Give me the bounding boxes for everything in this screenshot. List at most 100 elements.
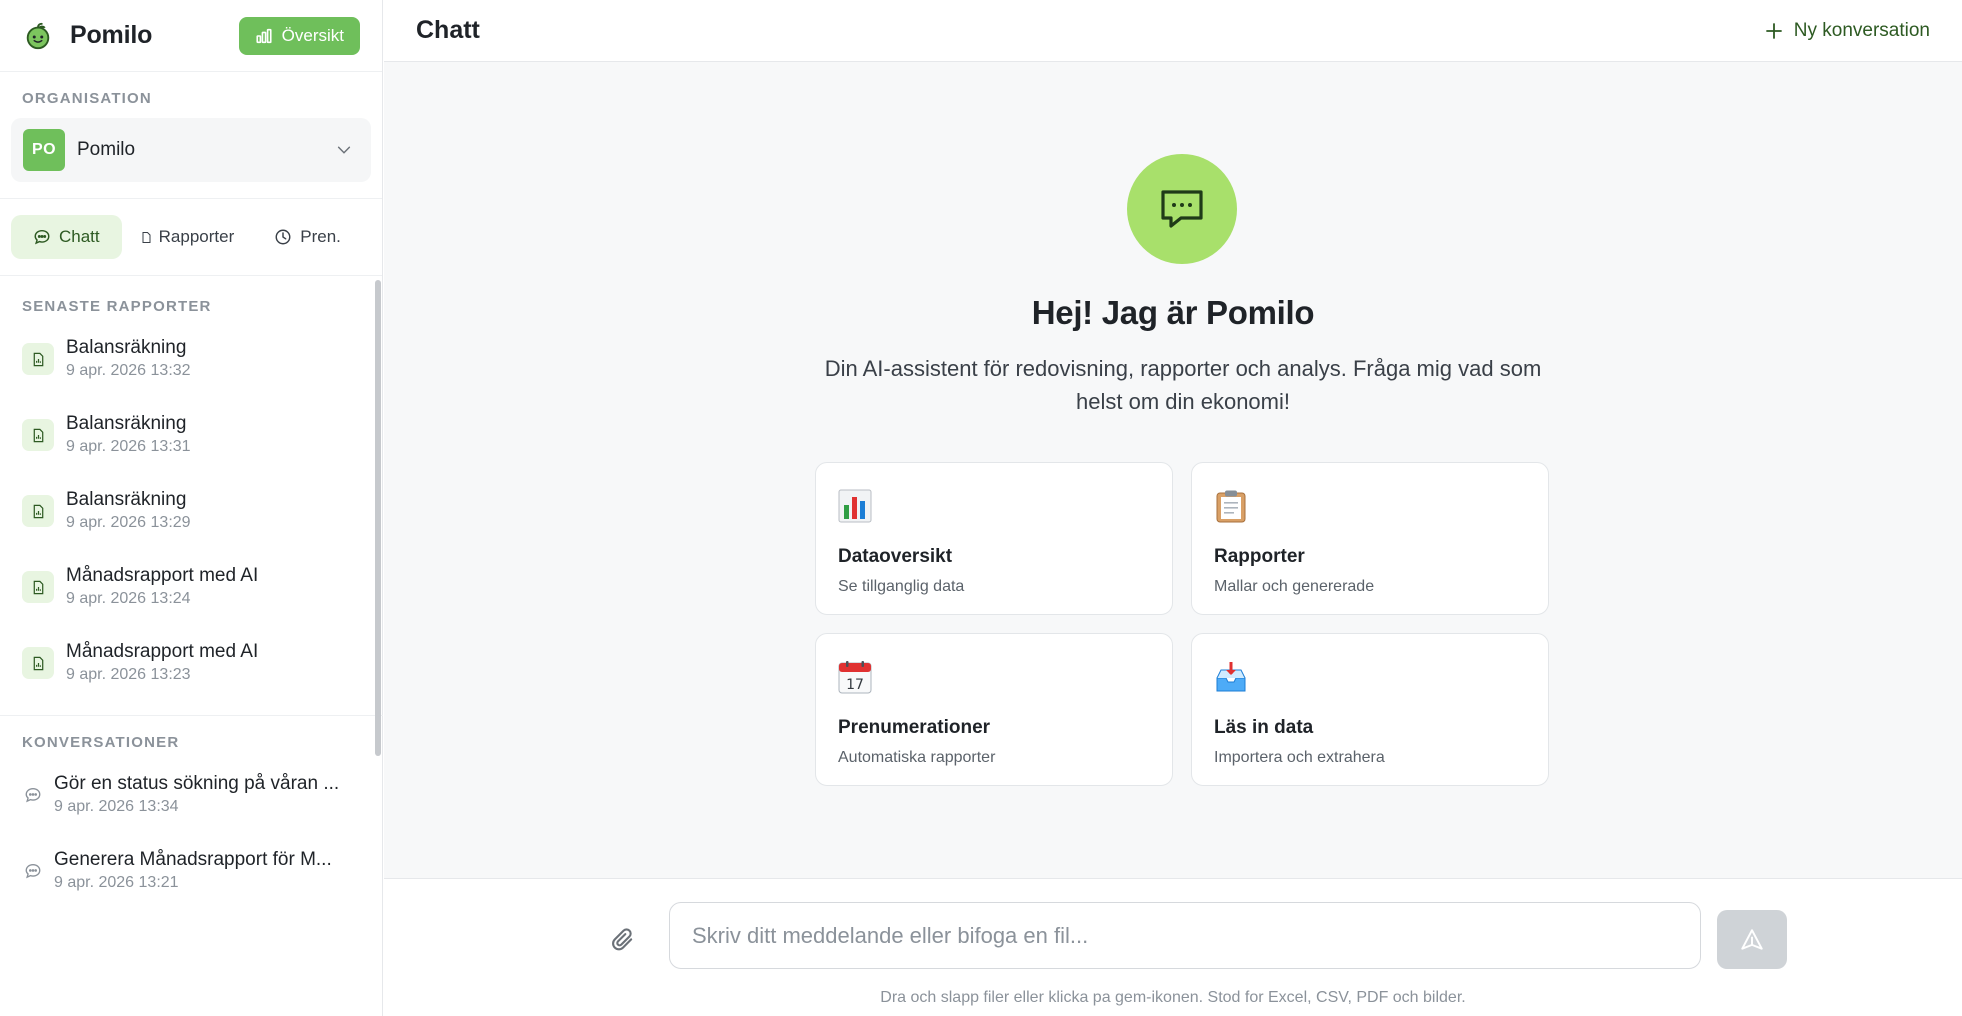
organisation-badge: PO xyxy=(23,129,65,171)
report-date: 9 apr. 2026 13:23 xyxy=(66,666,191,683)
conversation-date: 9 apr. 2026 13:21 xyxy=(54,874,179,891)
new-conversation-label: Ny konversation xyxy=(1793,19,1930,41)
report-title: Månadsrapport med AI xyxy=(66,565,259,586)
conversation-list-item[interactable]: Generera Månadsrapport för M... 9 apr. 20… xyxy=(0,833,383,909)
recent-reports-list: Balansräkning 9 apr. 2026 13:32 Balansräkn… xyxy=(0,321,383,701)
card-title: Dataoversikt xyxy=(838,546,953,567)
card-las-in-data[interactable]: Läs in data Importera och extrahera xyxy=(1191,633,1549,786)
report-list-item[interactable]: Balansräkning 9 apr. 2026 13:29 xyxy=(0,473,383,549)
top-bar: Chatt Ny konversation xyxy=(384,0,1962,62)
tab-rapporter[interactable]: Rapporter xyxy=(128,215,249,259)
sidebar-tabs: Chatt Rapporter Pren. xyxy=(0,199,382,276)
conversations-section: KONVERSATIONER Gör en status sökning på … xyxy=(0,716,383,909)
recent-reports-label: SENASTE RAPPORTER xyxy=(22,298,212,315)
conversations-label: KONVERSATIONER xyxy=(22,734,180,751)
tab-rapporter-label: Rapporter xyxy=(158,227,235,246)
send-icon xyxy=(1741,928,1763,950)
plus-icon xyxy=(1765,22,1782,39)
card-description: Se tillganglig data xyxy=(838,578,965,595)
report-file-icon xyxy=(22,419,54,451)
conversation-date: 9 apr. 2026 13:34 xyxy=(54,798,179,815)
send-button[interactable] xyxy=(1717,910,1787,969)
card-rapporter[interactable]: Rapporter Mallar och genererade xyxy=(1191,462,1549,615)
conversation-title: Generera Månadsrapport för M... xyxy=(54,849,332,870)
organisation-name: Pomilo xyxy=(77,139,136,160)
report-file-icon xyxy=(22,495,54,527)
chat-bubble-icon xyxy=(22,860,44,882)
conversation-item-text: Generera Månadsrapport för M... 9 apr. 20… xyxy=(54,848,344,894)
main-area: Chatt Ny konversation Hej! Jag är Pomilo… xyxy=(384,0,1962,1016)
message-composer: Dra och slapp filer eller klicka pa gem-… xyxy=(384,878,1962,1016)
report-title: Balansräkning xyxy=(66,413,187,434)
hero-subtitle: Din AI-assistent för redovisning, rappor… xyxy=(824,356,1542,414)
clock-icon xyxy=(275,229,291,245)
sidebar: Pomilo Översikt ORGANISATION PO Pomilo C… xyxy=(0,0,383,1016)
conversations-list: Gör en status sökning på våran ... 9 apr.… xyxy=(0,757,383,909)
card-description: Importera och extrahera xyxy=(1214,749,1385,766)
sidebar-scrollbar[interactable] xyxy=(375,280,381,756)
tab-chatt-label: Chatt xyxy=(59,227,100,246)
report-item-text: Balansräkning 9 apr. 2026 13:31 xyxy=(66,412,191,458)
overview-button[interactable]: Översikt xyxy=(238,16,360,55)
pomilo-logo-icon[interactable] xyxy=(22,20,54,52)
card-dataoversikt[interactable]: Dataoversikt Se tillganglig data xyxy=(815,462,1173,615)
report-item-text: Balansräkning 9 apr. 2026 13:29 xyxy=(66,488,191,534)
hero-title: Hej! Jag är Pomilo xyxy=(1031,294,1315,331)
chat-bubble-icon xyxy=(34,229,50,245)
message-input[interactable] xyxy=(669,902,1701,969)
conversation-title: Gör en status sökning på våran ... xyxy=(54,773,340,794)
report-title: Balansräkning xyxy=(66,337,187,358)
tab-pren[interactable]: Pren. xyxy=(254,215,361,259)
card-title: Rapporter xyxy=(1214,546,1305,567)
new-conversation-button[interactable]: Ny konversation xyxy=(1764,20,1930,42)
calendar-emoji-icon: 17 xyxy=(838,661,872,694)
report-list-item[interactable]: Månadsrapport med AI 9 apr. 2026 13:23 xyxy=(0,625,383,701)
inbox-tray-emoji-icon xyxy=(1216,662,1246,692)
card-title: Läs in data xyxy=(1214,717,1314,738)
report-list-item[interactable]: Månadsrapport med AI 9 apr. 2026 13:24 xyxy=(0,549,383,625)
report-file-icon xyxy=(22,647,54,679)
bar-chart-icon xyxy=(256,28,272,43)
clipboard-emoji-icon xyxy=(1216,490,1246,523)
page-title: Chatt xyxy=(416,16,480,44)
document-icon xyxy=(142,231,151,243)
report-title: Månadsrapport med AI xyxy=(66,641,259,662)
composer-hint: Dra och slapp filer eller klicka pa gem-… xyxy=(880,989,1466,1006)
overview-button-label: Översikt xyxy=(281,25,344,45)
report-title: Balansräkning xyxy=(66,489,187,510)
report-date: 9 apr. 2026 13:24 xyxy=(66,590,191,607)
organisation-select[interactable]: PO Pomilo xyxy=(11,118,371,182)
tab-chatt[interactable]: Chatt xyxy=(11,215,122,259)
card-title: Prenumerationer xyxy=(838,717,991,738)
chat-bubble-hero-icon xyxy=(1127,154,1237,264)
brand-row: Pomilo Översikt xyxy=(0,0,382,72)
recent-reports-section: SENASTE RAPPORTER Balansräkning 9 apr. 20… xyxy=(0,280,383,701)
card-description: Automatiska rapporter xyxy=(838,749,996,766)
report-date: 9 apr. 2026 13:32 xyxy=(66,362,191,379)
report-date: 9 apr. 2026 13:31 xyxy=(66,438,191,455)
chat-bubble-icon xyxy=(22,784,44,806)
svg-text:17: 17 xyxy=(846,677,864,693)
chat-welcome-area: Hej! Jag är Pomilo Din AI-assistent för … xyxy=(384,62,1962,878)
card-description: Mallar och genererade xyxy=(1214,578,1375,595)
chevron-down-icon xyxy=(337,146,351,154)
quick-action-cards: Dataoversikt Se tillganglig data Rapport… xyxy=(815,462,1549,786)
report-item-text: Balansräkning 9 apr. 2026 13:32 xyxy=(66,336,191,382)
report-list-item[interactable]: Balansräkning 9 apr. 2026 13:32 xyxy=(0,321,383,397)
report-list-item[interactable]: Balansräkning 9 apr. 2026 13:31 xyxy=(0,397,383,473)
bar-chart-emoji-icon xyxy=(838,489,872,523)
report-item-text: Månadsrapport med AI 9 apr. 2026 13:23 xyxy=(66,640,258,686)
conversation-item-text: Gör en status sökning på våran ... 9 apr.… xyxy=(54,772,344,818)
report-file-icon xyxy=(22,343,54,375)
report-date: 9 apr. 2026 13:29 xyxy=(66,514,191,531)
report-file-icon xyxy=(22,571,54,603)
brand-name: Pomilo xyxy=(70,21,153,49)
card-prenumerationer[interactable]: 17 Prenumerationer Automatiska rapporter xyxy=(815,633,1173,786)
sidebar-scroll-area[interactable]: SENASTE RAPPORTER Balansräkning 9 apr. 20… xyxy=(0,280,383,926)
organisation-label: ORGANISATION xyxy=(22,90,152,107)
tab-pren-label: Pren. xyxy=(300,227,341,246)
organisation-section: ORGANISATION PO Pomilo xyxy=(0,72,382,199)
paperclip-icon[interactable] xyxy=(609,926,637,954)
report-item-text: Månadsrapport med AI 9 apr. 2026 13:24 xyxy=(66,564,258,610)
conversation-list-item[interactable]: Gör en status sökning på våran ... 9 apr.… xyxy=(0,757,383,833)
